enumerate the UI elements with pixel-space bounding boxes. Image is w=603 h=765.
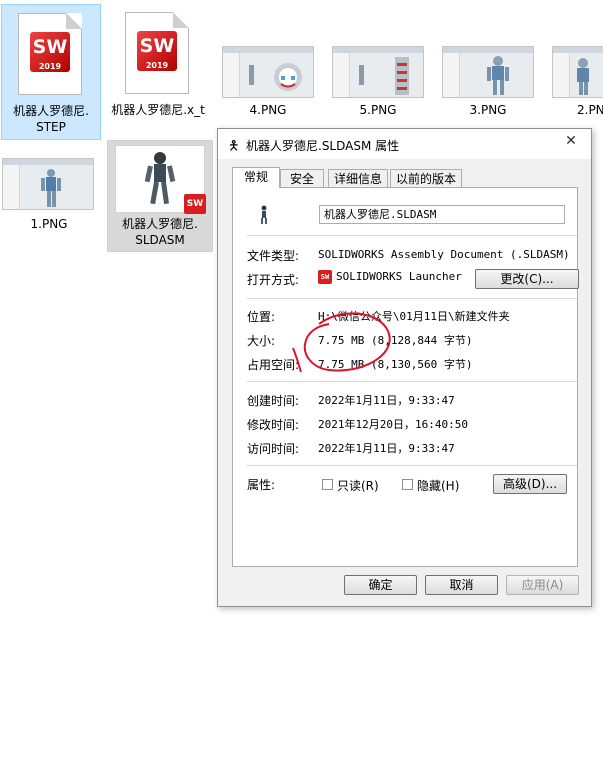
file-item-png[interactable]: 4.PNG	[218, 44, 318, 124]
size-on-disk-label: 占用空间:	[247, 358, 300, 372]
size-on-disk-value: 7.75 MB (8,130,560 字节)	[318, 358, 473, 371]
image-thumbnail	[442, 46, 534, 98]
file-label: 2.PN	[577, 103, 603, 117]
file-item-x-t[interactable]: SW 2019 机器人罗德尼.x_t	[108, 4, 208, 124]
file-label: 4.PNG	[249, 103, 287, 117]
solidworks-badge-icon: SW	[184, 194, 206, 214]
accessed-label: 访问时间:	[247, 442, 300, 456]
open-with-label: 打开方式:	[247, 273, 300, 287]
open-with-app: SOLIDWORKS Launcher	[336, 270, 462, 283]
accessed-value: 2022年1月11日，9:33:47	[318, 442, 455, 455]
file-label: 3.PNG	[469, 103, 507, 117]
modified-label: 修改时间:	[247, 418, 300, 432]
robot-file-icon: 🯅	[228, 139, 240, 154]
size-value: 7.75 MB (8,128,844 字节)	[318, 334, 473, 347]
readonly-label[interactable]: 只读(R)	[337, 477, 379, 494]
tab-previous-versions[interactable]: 以前的版本	[390, 169, 462, 187]
file-item-png[interactable]: 3.PNG	[438, 44, 538, 124]
ok-button[interactable]: 确定	[344, 575, 417, 595]
size-label: 大小:	[247, 334, 276, 348]
advanced-button[interactable]: 高级(D)...	[493, 474, 567, 494]
hidden-label[interactable]: 隐藏(H)	[417, 477, 459, 494]
red-circle-annotation	[292, 312, 391, 373]
attributes-label: 属性:	[247, 478, 276, 492]
dialog-titlebar[interactable]: 🯅 机器人罗德尼.SLDASM 属性 ✕	[218, 129, 591, 159]
file-label: 5.PNG	[359, 103, 397, 117]
filename-field[interactable]: 机器人罗德尼.SLDASM	[319, 205, 565, 224]
apply-button[interactable]: 应用(A)	[506, 575, 579, 595]
modified-value: 2021年12月20日，16:40:50	[318, 418, 468, 431]
solidworks-2019-file-icon: SW 2019	[125, 12, 189, 94]
location-value: H:\微信公众号\01月11日\新建文件夹	[318, 310, 510, 323]
created-value: 2022年1月11日，9:33:47	[318, 394, 455, 407]
general-panel: 机器人罗德尼.SLDASM 文件类型: SOLIDWORKS Assembly …	[232, 187, 579, 567]
file-item-png[interactable]: 2.PN	[548, 44, 603, 124]
tab-security[interactable]: 安全	[280, 169, 324, 187]
file-label: 机器人罗德尼. STEP	[13, 104, 89, 134]
hidden-checkbox[interactable]	[402, 479, 413, 490]
solidworks-2019-file-icon: SW 2019	[18, 13, 82, 95]
created-label: 创建时间:	[247, 394, 300, 408]
cancel-button[interactable]: 取消	[425, 575, 498, 595]
file-item-png[interactable]: 1.PNG	[0, 156, 98, 236]
robot-file-icon	[257, 205, 271, 225]
tab-general[interactable]: 常规	[232, 167, 280, 188]
change-button[interactable]: 更改(C)...	[475, 269, 579, 289]
properties-dialog: 🯅 机器人罗德尼.SLDASM 属性 ✕ 常规 安全 详细信息 以前的版本 机器…	[217, 128, 592, 607]
file-label: 机器人罗德尼. SLDASM	[122, 217, 198, 247]
image-thumbnail	[2, 158, 94, 210]
readonly-checkbox[interactable]	[322, 479, 333, 490]
open-with-value: SW SOLIDWORKS Launcher	[318, 270, 462, 284]
file-item-sldasm[interactable]: SW 机器人罗德尼. SLDASM	[107, 140, 213, 252]
assembly-thumbnail-icon: SW	[115, 145, 206, 214]
file-type-value: SOLIDWORKS Assembly Document (.SLDASM)	[318, 248, 570, 261]
file-item-png[interactable]: 5.PNG	[328, 44, 428, 124]
dialog-title: 机器人罗德尼.SLDASM 属性	[246, 139, 400, 153]
solidworks-icon: SW	[318, 270, 332, 284]
image-thumbnail	[332, 46, 424, 98]
location-label: 位置:	[247, 310, 276, 324]
file-type-label: 文件类型:	[247, 249, 300, 263]
tab-details[interactable]: 详细信息	[328, 169, 388, 187]
file-label: 1.PNG	[30, 217, 68, 231]
image-thumbnail	[552, 46, 603, 98]
close-button[interactable]: ✕	[551, 129, 591, 153]
image-thumbnail	[222, 46, 314, 98]
file-item-step[interactable]: SW 2019 机器人罗德尼. STEP	[1, 4, 101, 140]
file-label: 机器人罗德尼.x_t	[111, 103, 205, 117]
